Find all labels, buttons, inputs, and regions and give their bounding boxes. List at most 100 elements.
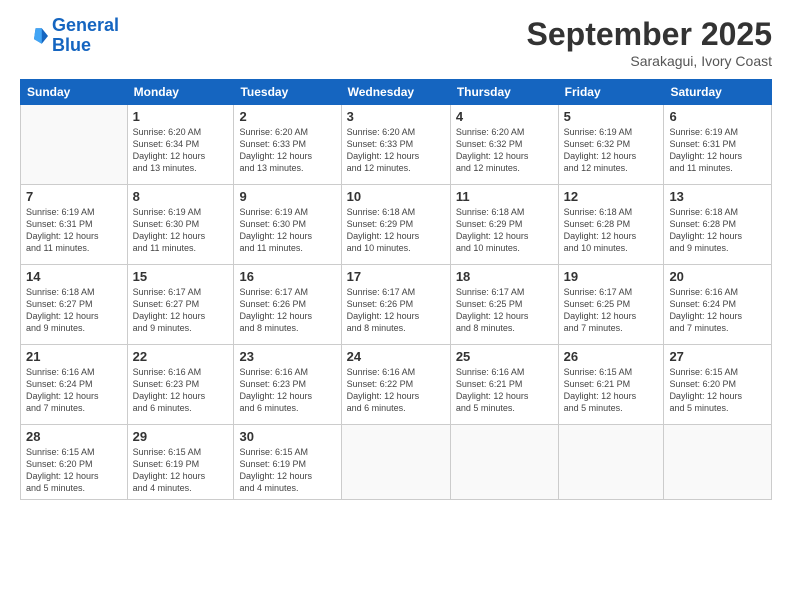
- weekday-header-wednesday: Wednesday: [341, 80, 450, 105]
- day-info: Sunrise: 6:16 AMSunset: 6:24 PMDaylight:…: [669, 286, 766, 335]
- calendar-cell: 5Sunrise: 6:19 AMSunset: 6:32 PMDaylight…: [558, 105, 664, 185]
- calendar-cell: 15 Sunrise: 6:17 AMSunset: 6:27 PMDayligh…: [127, 265, 234, 345]
- day-info: Sunrise: 6:20 AMSunset: 6:34 PMDaylight:…: [133, 126, 229, 175]
- day-info: Sunrise: 6:18 AMSunset: 6:29 PMDaylight:…: [456, 206, 553, 255]
- day-number: 18: [456, 269, 553, 284]
- calendar-cell: 20Sunrise: 6:16 AMSunset: 6:24 PMDayligh…: [664, 265, 772, 345]
- month-title: September 2025: [527, 16, 772, 53]
- weekday-header-saturday: Saturday: [664, 80, 772, 105]
- day-info: Sunrise: 6:18 AMSunset: 6:28 PMDaylight:…: [669, 206, 766, 255]
- day-number: 4: [456, 109, 553, 124]
- day-info: Sunrise: 6:19 AMSunset: 6:31 PMDaylight:…: [26, 206, 122, 255]
- calendar-cell: 23 Sunrise: 6:16 AMSunset: 6:23 PMDayligh…: [234, 345, 341, 425]
- calendar-cell: [664, 425, 772, 500]
- day-info: Sunrise: 6:15 AMSunset: 6:20 PMDaylight:…: [26, 446, 122, 495]
- day-info: Sunrise: 6:20 AMSunset: 6:32 PMDaylight:…: [456, 126, 553, 175]
- day-info: Sunrise: 6:17 AMSunset: 6:26 PMDaylight:…: [347, 286, 445, 335]
- calendar-cell: 25Sunrise: 6:16 AMSunset: 6:21 PMDayligh…: [450, 345, 558, 425]
- day-number: 10: [347, 189, 445, 204]
- calendar-week-row: 1 Sunrise: 6:20 AMSunset: 6:34 PMDaylight…: [21, 105, 772, 185]
- day-number: 8: [133, 189, 229, 204]
- calendar-cell: 24 Sunrise: 6:16 AMSunset: 6:22 PMDayligh…: [341, 345, 450, 425]
- day-info: Sunrise: 6:16 AMSunset: 6:21 PMDaylight:…: [456, 366, 553, 415]
- day-info: Sunrise: 6:19 AMSunset: 6:30 PMDaylight:…: [239, 206, 335, 255]
- title-block: September 2025 Sarakagui, Ivory Coast: [527, 16, 772, 69]
- header: General Blue September 2025 Sarakagui, I…: [20, 16, 772, 69]
- calendar-cell: 27Sunrise: 6:15 AMSunset: 6:20 PMDayligh…: [664, 345, 772, 425]
- day-number: 21: [26, 349, 122, 364]
- day-number: 5: [564, 109, 659, 124]
- logo-line2: Blue: [52, 35, 91, 55]
- calendar-cell: [558, 425, 664, 500]
- calendar-cell: 7 Sunrise: 6:19 AMSunset: 6:31 PMDaylight…: [21, 185, 128, 265]
- calendar-cell: 22 Sunrise: 6:16 AMSunset: 6:23 PMDayligh…: [127, 345, 234, 425]
- calendar-cell: 9 Sunrise: 6:19 AMSunset: 6:30 PMDaylight…: [234, 185, 341, 265]
- weekday-header-monday: Monday: [127, 80, 234, 105]
- logo-icon: [20, 22, 48, 50]
- day-number: 16: [239, 269, 335, 284]
- day-number: 19: [564, 269, 659, 284]
- day-info: Sunrise: 6:17 AMSunset: 6:26 PMDaylight:…: [239, 286, 335, 335]
- weekday-header-tuesday: Tuesday: [234, 80, 341, 105]
- day-info: Sunrise: 6:18 AMSunset: 6:27 PMDaylight:…: [26, 286, 122, 335]
- calendar-cell: 19 Sunrise: 6:17 AMSunset: 6:25 PMDayligh…: [558, 265, 664, 345]
- day-number: 30: [239, 429, 335, 444]
- calendar-cell: 18Sunrise: 6:17 AMSunset: 6:25 PMDayligh…: [450, 265, 558, 345]
- logo-text: General Blue: [52, 16, 119, 56]
- day-info: Sunrise: 6:16 AMSunset: 6:22 PMDaylight:…: [347, 366, 445, 415]
- day-info: Sunrise: 6:15 AMSunset: 6:20 PMDaylight:…: [669, 366, 766, 415]
- day-number: 12: [564, 189, 659, 204]
- calendar-week-row: 14Sunrise: 6:18 AMSunset: 6:27 PMDayligh…: [21, 265, 772, 345]
- calendar-cell: 21 Sunrise: 6:16 AMSunset: 6:24 PMDayligh…: [21, 345, 128, 425]
- day-number: 22: [133, 349, 229, 364]
- day-number: 6: [669, 109, 766, 124]
- day-info: Sunrise: 6:20 AMSunset: 6:33 PMDaylight:…: [347, 126, 445, 175]
- calendar-cell: 14Sunrise: 6:18 AMSunset: 6:27 PMDayligh…: [21, 265, 128, 345]
- day-number: 26: [564, 349, 659, 364]
- calendar-week-row: 7 Sunrise: 6:19 AMSunset: 6:31 PMDaylight…: [21, 185, 772, 265]
- day-number: 15: [133, 269, 229, 284]
- day-info: Sunrise: 6:18 AMSunset: 6:29 PMDaylight:…: [347, 206, 445, 255]
- calendar-week-row: 28 Sunrise: 6:15 AMSunset: 6:20 PMDayligh…: [21, 425, 772, 500]
- day-info: Sunrise: 6:16 AMSunset: 6:24 PMDaylight:…: [26, 366, 122, 415]
- calendar-cell: 12 Sunrise: 6:18 AMSunset: 6:28 PMDayligh…: [558, 185, 664, 265]
- calendar-cell: 13 Sunrise: 6:18 AMSunset: 6:28 PMDayligh…: [664, 185, 772, 265]
- location-subtitle: Sarakagui, Ivory Coast: [527, 53, 772, 69]
- day-info: Sunrise: 6:15 AMSunset: 6:19 PMDaylight:…: [239, 446, 335, 495]
- day-number: 29: [133, 429, 229, 444]
- day-number: 11: [456, 189, 553, 204]
- day-info: Sunrise: 6:17 AMSunset: 6:25 PMDaylight:…: [564, 286, 659, 335]
- calendar-cell: 26 Sunrise: 6:15 AMSunset: 6:21 PMDayligh…: [558, 345, 664, 425]
- weekday-header-thursday: Thursday: [450, 80, 558, 105]
- calendar-cell: 30 Sunrise: 6:15 AMSunset: 6:19 PMDayligh…: [234, 425, 341, 500]
- day-info: Sunrise: 6:16 AMSunset: 6:23 PMDaylight:…: [239, 366, 335, 415]
- day-info: Sunrise: 6:16 AMSunset: 6:23 PMDaylight:…: [133, 366, 229, 415]
- day-info: Sunrise: 6:15 AMSunset: 6:21 PMDaylight:…: [564, 366, 659, 415]
- day-number: 3: [347, 109, 445, 124]
- day-number: 7: [26, 189, 122, 204]
- day-number: 1: [133, 109, 229, 124]
- logo: General Blue: [20, 16, 119, 56]
- day-number: 9: [239, 189, 335, 204]
- day-number: 23: [239, 349, 335, 364]
- calendar-cell: 16 Sunrise: 6:17 AMSunset: 6:26 PMDayligh…: [234, 265, 341, 345]
- day-info: Sunrise: 6:18 AMSunset: 6:28 PMDaylight:…: [564, 206, 659, 255]
- calendar-cell: [341, 425, 450, 500]
- calendar-cell: 3 Sunrise: 6:20 AMSunset: 6:33 PMDaylight…: [341, 105, 450, 185]
- calendar-cell: 4 Sunrise: 6:20 AMSunset: 6:32 PMDaylight…: [450, 105, 558, 185]
- calendar-cell: 10 Sunrise: 6:18 AMSunset: 6:29 PMDayligh…: [341, 185, 450, 265]
- day-number: 28: [26, 429, 122, 444]
- day-number: 13: [669, 189, 766, 204]
- calendar-cell: [450, 425, 558, 500]
- calendar-cell: 6 Sunrise: 6:19 AMSunset: 6:31 PMDaylight…: [664, 105, 772, 185]
- day-number: 2: [239, 109, 335, 124]
- day-info: Sunrise: 6:17 AMSunset: 6:27 PMDaylight:…: [133, 286, 229, 335]
- calendar-table: SundayMondayTuesdayWednesdayThursdayFrid…: [20, 79, 772, 500]
- page: General Blue September 2025 Sarakagui, I…: [0, 0, 792, 612]
- calendar-cell: 8Sunrise: 6:19 AMSunset: 6:30 PMDaylight…: [127, 185, 234, 265]
- day-info: Sunrise: 6:19 AMSunset: 6:31 PMDaylight:…: [669, 126, 766, 175]
- day-number: 24: [347, 349, 445, 364]
- calendar-cell: [21, 105, 128, 185]
- day-number: 17: [347, 269, 445, 284]
- calendar-cell: 28 Sunrise: 6:15 AMSunset: 6:20 PMDayligh…: [21, 425, 128, 500]
